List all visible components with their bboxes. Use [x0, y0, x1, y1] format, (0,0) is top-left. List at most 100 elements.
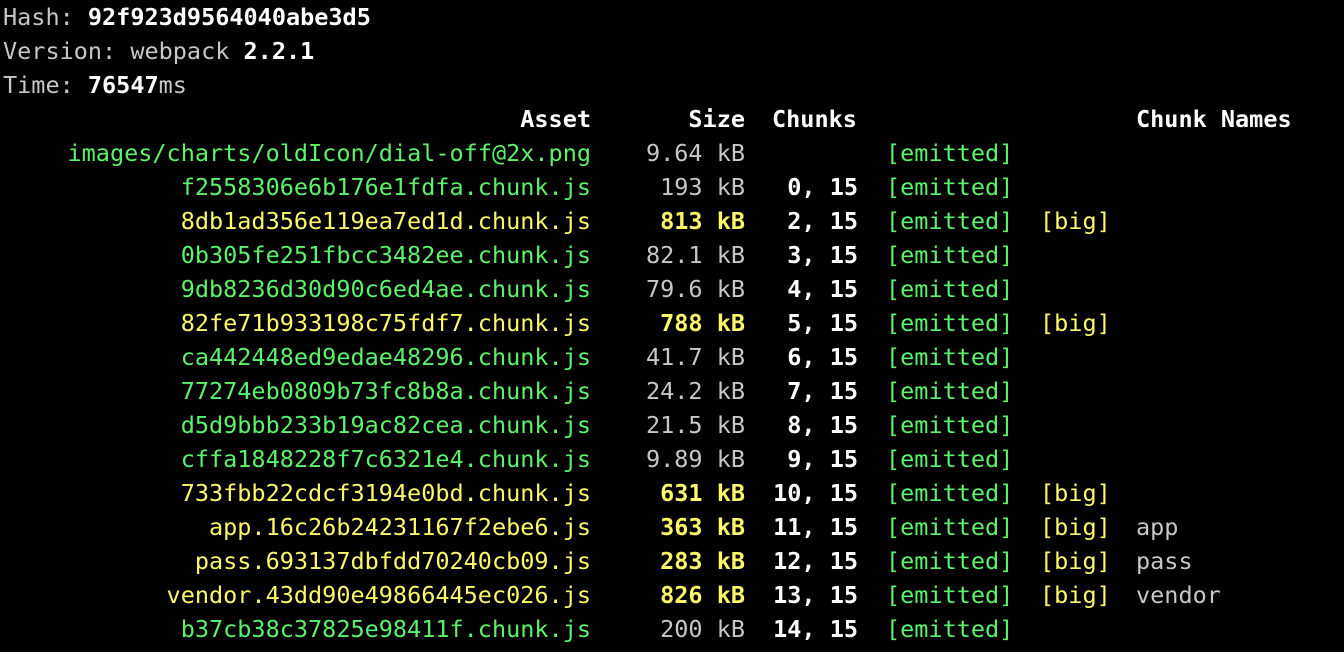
asset-status: [emitted] — [886, 445, 1014, 473]
time-label: Time: — [3, 71, 88, 99]
asset-size: 363 kB — [660, 510, 745, 544]
asset-name: ca442448ed9edae48296.chunk.js — [180, 343, 591, 371]
header-size: Size — [688, 105, 745, 133]
asset-size-unit: kB — [716, 581, 745, 609]
asset-name: b37cb38c37825e98411f.chunk.js — [180, 615, 591, 643]
asset-chunks: 9, 15 — [787, 445, 858, 473]
asset-size-unit: kB — [716, 513, 745, 541]
asset-name: 0b305fe251fbcc3482ee.chunk.js — [180, 241, 591, 269]
time-unit: ms — [158, 71, 187, 99]
asset-size: 283 kB — [660, 544, 745, 578]
asset-status: [emitted] — [886, 411, 1014, 439]
asset-row: f2558306e6b176e1fdfa.chunk.js 193 kB 0, 15… — [0, 170, 1344, 204]
asset-size-value: 82.1 — [645, 241, 703, 269]
asset-big-flag: [big] — [1040, 207, 1111, 235]
asset-chunks: 0, 15 — [787, 173, 858, 201]
hash-label: Hash: — [3, 3, 88, 31]
asset-size-value: 813 — [660, 207, 703, 235]
asset-size-unit: kB — [716, 173, 745, 201]
asset-big-flag: [big] — [1040, 513, 1111, 541]
asset-chunks: 4, 15 — [787, 275, 858, 303]
asset-chunks: 13, 15 — [773, 581, 858, 609]
header-chunks: Chunks — [772, 105, 857, 133]
header-chunk-names: Chunk Names — [1136, 105, 1292, 133]
size-separator — [703, 547, 717, 575]
asset-size: 9.89 kB — [646, 442, 745, 476]
hash-value: 92f923d9564040abe3d5 — [87, 3, 371, 31]
size-separator — [703, 139, 717, 167]
asset-size-unit: kB — [716, 343, 745, 371]
size-separator — [703, 581, 717, 609]
asset-name: d5d9bbb233b19ac82cea.chunk.js — [180, 411, 591, 439]
asset-status: [emitted] — [886, 581, 1014, 609]
asset-row: vendor.43dd90e49866445ec026.js 826 kB 13, … — [0, 578, 1344, 612]
asset-size: 82.1 kB — [646, 238, 745, 272]
asset-chunks: 5, 15 — [787, 309, 858, 337]
time-line: Time: 76547ms — [3, 68, 187, 102]
terminal-output: Hash: 92f923d9564040abe3d5 Version: webp… — [0, 0, 1344, 652]
asset-chunks: 6, 15 — [787, 343, 858, 371]
asset-chunks: 14, 15 — [773, 615, 858, 643]
asset-chunks: 2, 15 — [787, 207, 858, 235]
asset-big-flag: [big] — [1040, 547, 1111, 575]
asset-size-unit: kB — [716, 479, 745, 507]
asset-status: [emitted] — [886, 309, 1014, 337]
asset-row: ca442448ed9edae48296.chunk.js 41.7 kB 6, 1… — [0, 340, 1344, 374]
asset-row: 9db8236d30d90c6ed4ae.chunk.js 79.6 kB 4, 1… — [0, 272, 1344, 306]
asset-status: [emitted] — [886, 479, 1014, 507]
asset-row: 8db1ad356e119ea7ed1d.chunk.js 813 kB 2, 15… — [0, 204, 1344, 238]
asset-size: 21.5 kB — [646, 408, 745, 442]
asset-row: cffa1848228f7c6321e4.chunk.js 9.89 kB 9, 1… — [0, 442, 1344, 476]
size-separator — [703, 479, 717, 507]
asset-name: 82fe71b933198c75fdf7.chunk.js — [180, 309, 591, 337]
asset-chunks: 10, 15 — [773, 479, 858, 507]
asset-size-value: 21.5 — [645, 411, 703, 439]
asset-name: vendor.43dd90e49866445ec026.js — [166, 581, 591, 609]
size-separator — [703, 445, 717, 473]
asset-name: f2558306e6b176e1fdfa.chunk.js — [180, 173, 591, 201]
asset-size-value: 193 — [660, 173, 703, 201]
asset-chunks: 3, 15 — [787, 241, 858, 269]
size-separator — [703, 343, 717, 371]
asset-size-value: 826 — [660, 581, 703, 609]
asset-size: 200 kB — [660, 612, 745, 646]
asset-size: 813 kB — [660, 204, 745, 238]
asset-name: images/charts/oldIcon/dial-off@2x.png — [67, 139, 591, 167]
asset-chunk-name: pass — [1136, 547, 1193, 575]
asset-size-unit: kB — [716, 547, 745, 575]
asset-name: 733fbb22cdcf3194e0bd.chunk.js — [180, 479, 591, 507]
header-asset: Asset — [520, 105, 591, 133]
asset-size-unit: kB — [716, 309, 745, 337]
asset-status: [emitted] — [886, 513, 1014, 541]
asset-size-value: 363 — [660, 513, 703, 541]
asset-size: 41.7 kB — [646, 340, 745, 374]
asset-size: 9.64 kB — [646, 136, 745, 170]
asset-status: [emitted] — [886, 547, 1014, 575]
size-separator — [703, 275, 717, 303]
asset-size-value: 283 — [660, 547, 703, 575]
asset-chunks: 7, 15 — [787, 377, 858, 405]
asset-big-flag: [big] — [1040, 581, 1111, 609]
asset-size-unit: kB — [716, 275, 745, 303]
asset-size-unit: kB — [716, 139, 745, 167]
asset-size-value: 41.7 — [645, 343, 703, 371]
asset-size-unit: kB — [716, 445, 745, 473]
size-separator — [703, 377, 717, 405]
time-value: 76547 — [87, 71, 159, 99]
asset-name: 9db8236d30d90c6ed4ae.chunk.js — [180, 275, 591, 303]
version-label: Version: webpack — [3, 37, 244, 65]
asset-size-unit: kB — [716, 241, 745, 269]
asset-name: 77274eb0809b73fc8b8a.chunk.js — [180, 377, 591, 405]
asset-table-header: Asset Size Chunks Chunk Names — [0, 102, 1344, 136]
asset-size-value: 79.6 — [645, 275, 703, 303]
asset-chunk-name: app — [1136, 513, 1179, 541]
size-separator — [703, 411, 717, 439]
asset-size: 24.2 kB — [646, 374, 745, 408]
asset-chunks: 8, 15 — [787, 411, 858, 439]
size-separator — [703, 241, 717, 269]
asset-size-value: 24.2 — [645, 377, 703, 405]
asset-status: [emitted] — [886, 139, 1014, 167]
asset-size-unit: kB — [716, 615, 745, 643]
asset-big-flag: [big] — [1040, 479, 1111, 507]
asset-size-unit: kB — [716, 377, 745, 405]
